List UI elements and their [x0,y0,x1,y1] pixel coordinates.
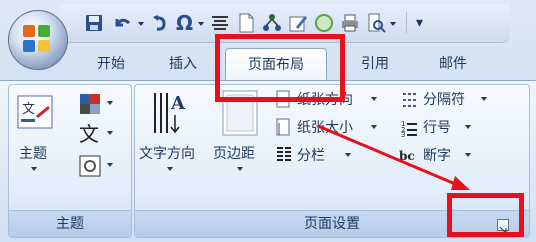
annotation-arrow [317,124,470,190]
